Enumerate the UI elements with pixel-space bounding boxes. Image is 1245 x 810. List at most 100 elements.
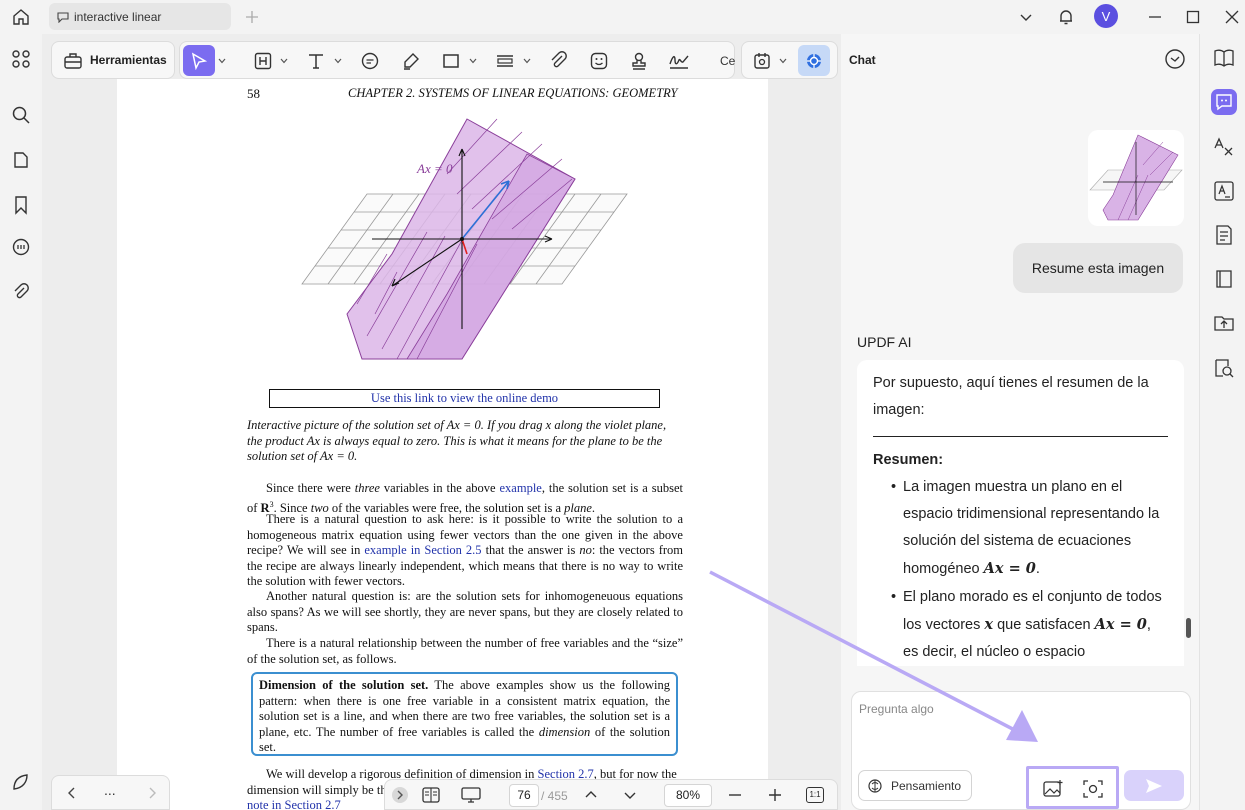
figure-caption: Interactive picture of the solution set … <box>247 418 667 463</box>
divider <box>873 436 1168 437</box>
page-number: 58 <box>247 86 260 101</box>
attachment-icon[interactable] <box>8 279 34 305</box>
select-tool-icon[interactable] <box>183 45 215 76</box>
annotation-tools: Ce <box>179 41 735 79</box>
paragraph-2: There is a natural question to ask here:… <box>247 512 683 588</box>
ai-intro: Por supuesto, aquí tienes el resumen de … <box>873 375 1149 418</box>
solution-plane-figure[interactable]: Ax = 0 <box>297 114 637 364</box>
online-demo-link[interactable]: Use this link to view the online demo <box>269 389 660 408</box>
translate-icon[interactable] <box>1211 134 1237 160</box>
brain-icon <box>867 778 883 794</box>
ai-chat-icon[interactable] <box>1211 89 1237 115</box>
highlighter-icon[interactable] <box>398 48 424 74</box>
tab-title: interactive linear <box>74 9 162 24</box>
pdf-page: 58 CHAPTER 2. SYSTEMS OF LINEAR EQUATION… <box>117 79 768 810</box>
list-item: El plano morado es el conjunto de todos … <box>891 584 1168 666</box>
toolbar-overflow-label[interactable]: Ce <box>720 54 735 68</box>
text-icon[interactable] <box>303 48 329 74</box>
toolbar: Herramientas Ce <box>51 41 838 79</box>
pages-icon[interactable] <box>8 147 34 173</box>
folder-upload-icon[interactable] <box>1211 310 1237 336</box>
summary-list: La imagen muestra un plano en el espacio… <box>873 474 1168 666</box>
layers-icon[interactable] <box>8 769 34 795</box>
ocr-icon[interactable] <box>1211 178 1237 204</box>
maximize-icon[interactable] <box>1180 4 1206 30</box>
more-button[interactable]: ... <box>104 782 116 798</box>
minimize-icon[interactable] <box>1142 4 1168 30</box>
chevron-down-icon[interactable] <box>779 57 787 65</box>
document-tab[interactable]: interactive linear <box>49 3 231 30</box>
summarize-icon[interactable] <box>1211 222 1237 248</box>
zoom-in-icon[interactable] <box>763 783 787 807</box>
chevron-down-icon[interactable] <box>280 57 288 65</box>
bell-icon[interactable] <box>1053 4 1079 30</box>
zoom-input[interactable]: 80% <box>664 784 712 807</box>
thumbnails-icon[interactable] <box>8 46 34 72</box>
section-link[interactable]: example in Section 2.5 <box>364 543 481 557</box>
comment-icon[interactable] <box>357 48 383 74</box>
ai-assistant-icon[interactable] <box>798 45 830 76</box>
figure-label: Ax = 0 <box>416 161 453 176</box>
chat-title: Chat <box>849 53 876 67</box>
chevron-down-icon[interactable] <box>618 783 642 807</box>
app-tools <box>741 41 838 79</box>
chat-input-box: Pregunta algo Pensamiento <box>851 691 1191 810</box>
book-open-icon[interactable] <box>1211 45 1237 71</box>
search-document-icon[interactable] <box>1211 355 1237 381</box>
zoom-out-icon[interactable] <box>723 783 747 807</box>
chat-input[interactable]: Pregunta algo <box>859 702 934 716</box>
ai-response: Por supuesto, aquí tienes el resumen de … <box>857 360 1184 666</box>
present-icon[interactable] <box>459 783 483 807</box>
screenshot-icon[interactable] <box>1081 777 1105 801</box>
chevron-down-icon[interactable] <box>469 57 477 65</box>
definition-box: Dimension of the solution set. The above… <box>251 672 678 756</box>
history-icon[interactable] <box>1164 48 1188 72</box>
chevron-down-icon[interactable] <box>218 57 226 65</box>
sticker-icon[interactable] <box>586 48 612 74</box>
home-icon[interactable] <box>8 4 34 30</box>
attached-image-thumbnail[interactable] <box>1088 130 1184 226</box>
chevron-down-icon[interactable] <box>523 57 531 65</box>
page-total: / 455 <box>541 789 568 803</box>
new-tab-icon[interactable] <box>239 4 265 30</box>
signature-icon[interactable] <box>666 48 692 74</box>
book-icon[interactable] <box>1211 266 1237 292</box>
search-icon[interactable] <box>8 102 34 128</box>
ai-name: UPDF AI <box>857 334 912 350</box>
page-nav: ... <box>51 775 170 810</box>
save-icon[interactable] <box>749 48 775 74</box>
chevron-left-icon[interactable] <box>60 781 84 805</box>
left-rail <box>0 34 42 810</box>
toolbox-icon <box>60 48 86 74</box>
scrollbar[interactable] <box>1186 618 1191 638</box>
actual-size-button[interactable]: 1:1 <box>803 783 827 807</box>
bottom-toolbar: 76 / 455 80% 1:1 <box>384 779 838 810</box>
paragraph-3: Another natural question is: are the sol… <box>247 589 683 634</box>
example-link[interactable]: example <box>500 481 542 495</box>
comments-icon[interactable] <box>8 234 34 260</box>
page-layout-icon[interactable] <box>419 783 443 807</box>
paperclip-icon[interactable] <box>546 48 572 74</box>
list-item: La imagen muestra un plano en el espacio… <box>891 474 1168 583</box>
close-icon[interactable] <box>1219 4 1245 30</box>
title-bar: interactive linear V <box>0 0 1245 34</box>
bookmark-icon[interactable] <box>8 192 34 218</box>
text-box-icon[interactable] <box>250 48 276 74</box>
paragraph-1: Since there were three variables in the … <box>247 481 683 515</box>
tools-button[interactable]: Herramientas <box>51 41 175 79</box>
chevron-up-icon[interactable] <box>579 783 603 807</box>
stamp-icon[interactable] <box>626 48 652 74</box>
page-number-input[interactable]: 76 <box>509 784 539 807</box>
thinking-button[interactable]: Pensamiento <box>858 770 972 801</box>
measure-icon[interactable] <box>492 48 518 74</box>
ai-summary-title: Resumen: <box>873 452 944 468</box>
chevron-down-icon[interactable] <box>1013 4 1039 30</box>
expand-icon[interactable] <box>388 783 412 807</box>
avatar[interactable]: V <box>1094 4 1118 28</box>
image-upload-icon[interactable] <box>1041 777 1065 801</box>
chevron-right-icon[interactable] <box>140 781 164 805</box>
chevron-down-icon[interactable] <box>334 57 342 65</box>
send-button[interactable] <box>1124 770 1184 801</box>
rectangle-icon[interactable] <box>438 48 464 74</box>
right-rail <box>1199 34 1245 810</box>
